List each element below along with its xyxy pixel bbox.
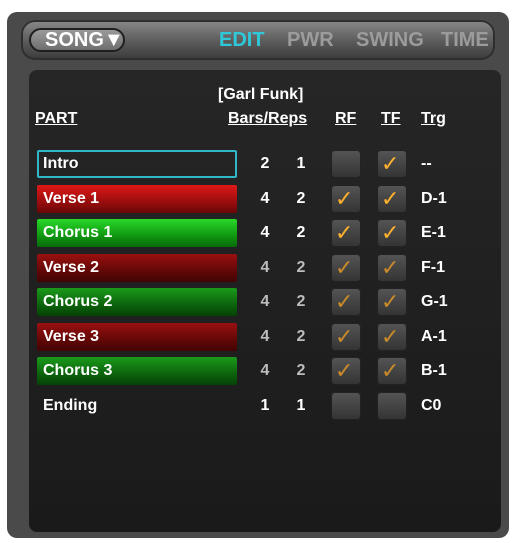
rf-checkbox[interactable] — [331, 150, 361, 178]
part-button[interactable]: Verse 1 — [37, 184, 237, 213]
trigger-value[interactable]: -- — [421, 150, 432, 178]
checkmark-icon: ✓ — [381, 323, 400, 349]
bars-value[interactable]: 4 — [255, 357, 275, 385]
rf-checkbox[interactable]: ✓ — [331, 253, 361, 282]
checkmark-icon: ✓ — [335, 185, 354, 211]
tf-checkbox[interactable]: ✓ — [377, 357, 407, 385]
song-parts-panel: [Garl Funk] PART Bars/Reps RF TF Trg Int… — [29, 70, 501, 532]
trigger-value[interactable]: F-1 — [421, 254, 445, 282]
checkmark-icon: ✓ — [381, 220, 400, 245]
tf-checkbox[interactable]: ✓ — [377, 184, 407, 213]
song-editor-window: SONG▼ EDIT PWR SWING TIME [Garl Funk] PA… — [7, 12, 509, 538]
reps-value[interactable]: 2 — [291, 185, 311, 213]
checkmark-icon: ✓ — [335, 323, 354, 349]
checkmark-icon: ✓ — [381, 151, 400, 176]
reps-value[interactable]: 2 — [291, 357, 311, 385]
part-button[interactable]: Verse 2 — [37, 253, 237, 282]
checkmark-icon: ✓ — [381, 254, 400, 280]
rf-checkbox[interactable] — [331, 391, 361, 420]
part-button[interactable]: Chorus 1 — [37, 219, 237, 247]
tab-edit[interactable]: EDIT — [219, 29, 265, 52]
trigger-value[interactable]: C0 — [421, 392, 441, 420]
checkmark-icon: ✓ — [335, 358, 354, 383]
col-header-trg: Trg — [421, 110, 446, 127]
tf-checkbox[interactable]: ✓ — [377, 322, 407, 351]
trigger-value[interactable]: B-1 — [421, 357, 447, 385]
checkmark-icon: ✓ — [335, 220, 354, 245]
bars-value[interactable]: 1 — [255, 392, 275, 420]
bars-value[interactable]: 4 — [255, 254, 275, 282]
tf-checkbox[interactable]: ✓ — [377, 150, 407, 178]
col-header-rf: RF — [335, 110, 357, 127]
checkmark-icon: ✓ — [335, 254, 354, 280]
rf-checkbox[interactable]: ✓ — [331, 184, 361, 213]
reps-value[interactable]: 2 — [291, 323, 311, 351]
rf-checkbox[interactable]: ✓ — [331, 219, 361, 247]
tf-checkbox[interactable]: ✓ — [377, 288, 407, 316]
bars-value[interactable]: 4 — [255, 288, 275, 316]
checkmark-icon: ✓ — [381, 185, 400, 211]
checkmark-icon: ✓ — [381, 358, 400, 383]
checkmark-icon: ✓ — [381, 289, 400, 314]
tf-checkbox[interactable]: ✓ — [377, 253, 407, 282]
checkmark-icon: ✓ — [335, 289, 354, 314]
bars-value[interactable]: 4 — [255, 219, 275, 247]
part-button[interactable]: Verse 3 — [37, 322, 237, 351]
bars-value[interactable]: 2 — [255, 150, 275, 178]
tf-checkbox[interactable] — [377, 391, 407, 420]
rf-checkbox[interactable]: ✓ — [331, 357, 361, 385]
song-name: [Garl Funk] — [218, 86, 304, 103]
trigger-value[interactable]: A-1 — [421, 323, 447, 351]
reps-value[interactable]: 2 — [291, 288, 311, 316]
tab-time[interactable]: TIME — [441, 29, 489, 52]
tf-checkbox[interactable]: ✓ — [377, 219, 407, 247]
col-header-bars-reps: Bars/Reps — [228, 110, 308, 127]
bars-value[interactable]: 4 — [255, 185, 275, 213]
top-tab-bar: SONG▼ EDIT PWR SWING TIME — [21, 20, 495, 60]
col-header-part: PART — [35, 110, 78, 127]
reps-value[interactable]: 2 — [291, 219, 311, 247]
part-button[interactable]: Chorus 3 — [37, 357, 237, 385]
part-button[interactable]: Intro — [37, 150, 237, 178]
part-button[interactable]: Chorus 2 — [37, 288, 237, 316]
reps-value[interactable]: 1 — [291, 392, 311, 420]
song-menu-button[interactable]: SONG▼ — [29, 28, 125, 52]
reps-value[interactable]: 2 — [291, 254, 311, 282]
tab-swing[interactable]: SWING — [356, 29, 424, 52]
trigger-value[interactable]: D-1 — [421, 185, 447, 213]
trigger-value[interactable]: G-1 — [421, 288, 448, 316]
bars-value[interactable]: 4 — [255, 323, 275, 351]
trigger-value[interactable]: E-1 — [421, 219, 446, 247]
rf-checkbox[interactable]: ✓ — [331, 288, 361, 316]
part-button[interactable]: Ending — [37, 392, 237, 420]
reps-value[interactable]: 1 — [291, 150, 311, 178]
col-header-tf: TF — [381, 110, 401, 127]
tab-pwr[interactable]: PWR — [287, 29, 334, 52]
rf-checkbox[interactable]: ✓ — [331, 322, 361, 351]
